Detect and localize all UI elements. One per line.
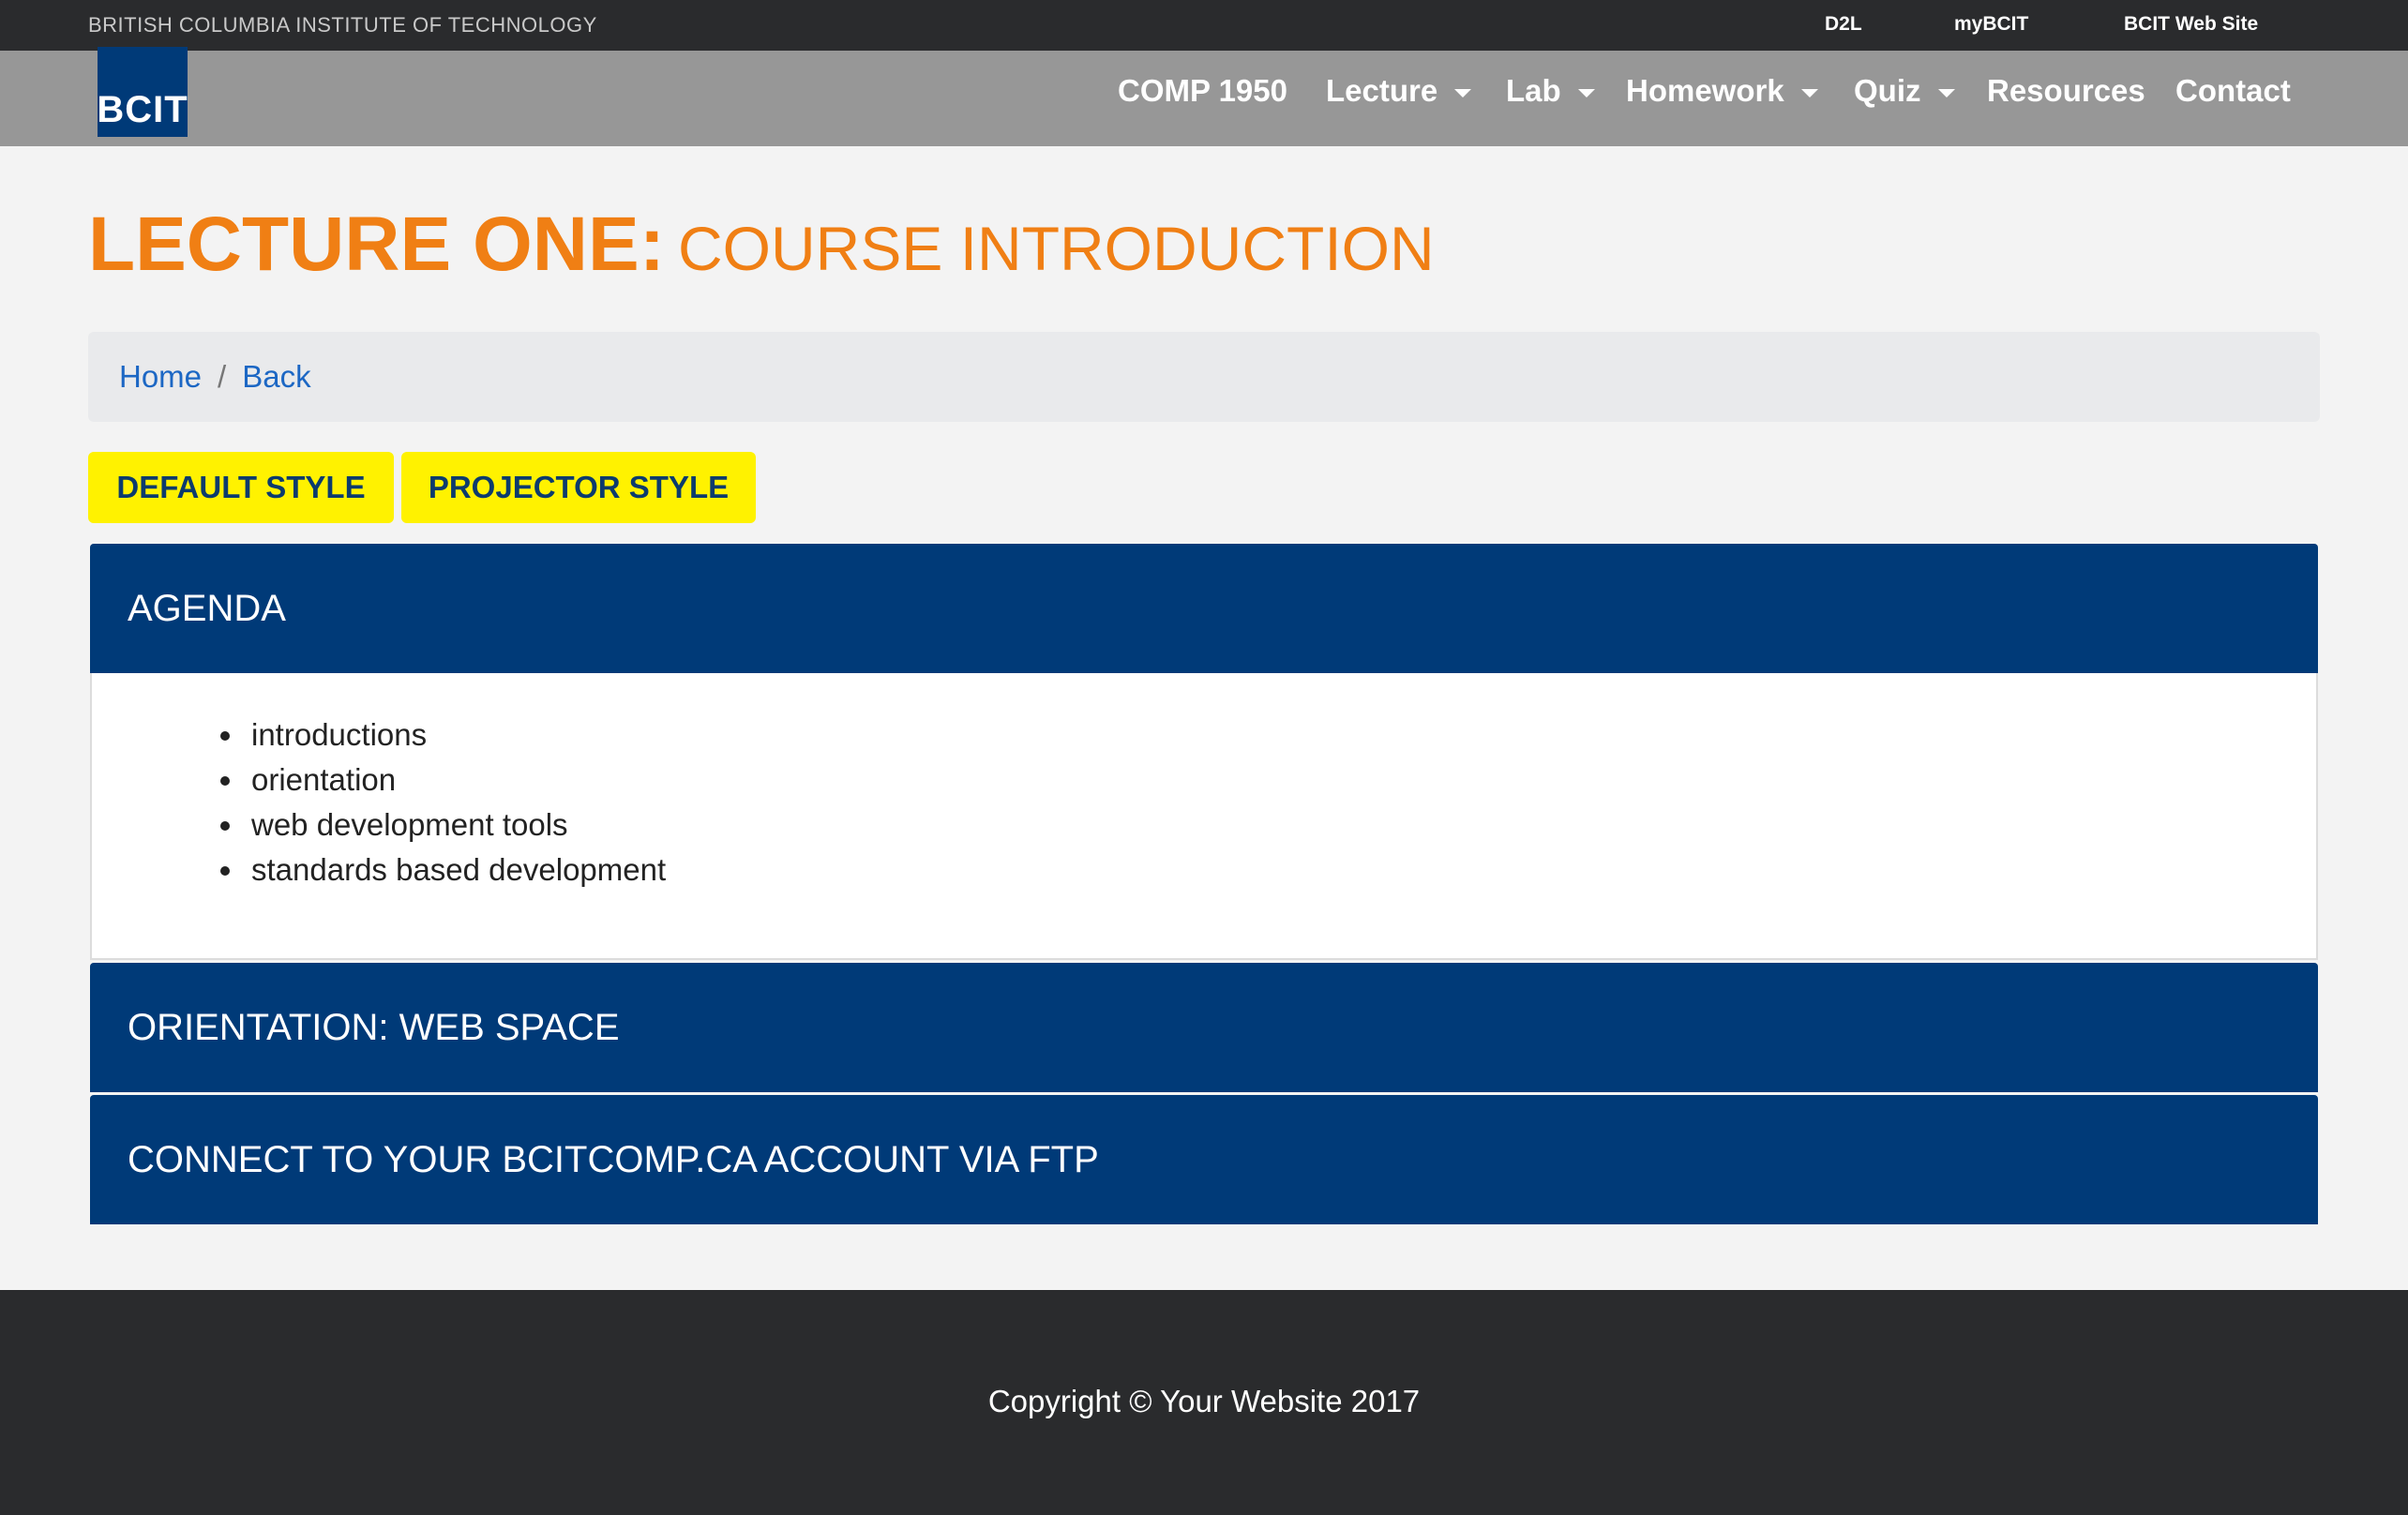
agenda-list: introductions orientation web developmen… bbox=[219, 712, 666, 892]
nav-item-label: Lab bbox=[1506, 73, 1561, 108]
institution-name: BRITISH COLUMBIA INSTITUTE OF TECHNOLOGY bbox=[88, 13, 597, 37]
caret-down-icon bbox=[1454, 88, 1472, 98]
nav-item-lab[interactable]: Lab bbox=[1506, 73, 1595, 109]
footer: Copyright © Your Website 2017 bbox=[0, 1290, 2408, 1515]
list-item: introductions bbox=[219, 712, 666, 758]
nav-item-label: Lecture bbox=[1326, 73, 1438, 108]
nav-item-label: Resources bbox=[1987, 73, 2145, 108]
caret-down-icon bbox=[1800, 88, 1818, 98]
page-title: LECTURE ONE: COURSE INTRODUCTION bbox=[88, 201, 1435, 289]
bcit-logo[interactable]: BCIT bbox=[97, 47, 188, 137]
caret-down-icon bbox=[1937, 88, 1955, 98]
projector-style-button[interactable]: PROJECTOR STYLE bbox=[401, 452, 756, 523]
panel-body-agenda: introductions orientation web developmen… bbox=[90, 673, 2318, 960]
panel-header-ftp[interactable]: CONNECT TO YOUR BCITCOMP.CA ACCOUNT VIA … bbox=[90, 1095, 2318, 1224]
nav-item-homework[interactable]: Homework bbox=[1626, 73, 1818, 109]
nav-item-lecture[interactable]: Lecture bbox=[1326, 73, 1472, 109]
breadcrumb-back-link[interactable]: Back bbox=[242, 359, 310, 395]
copyright-text: Copyright © Your Website 2017 bbox=[987, 1384, 1421, 1418]
list-item: standards based development bbox=[219, 848, 666, 892]
breadcrumb: Home / Back bbox=[88, 332, 2320, 422]
caret-down-icon bbox=[1577, 88, 1595, 98]
d2l-link[interactable]: D2L bbox=[1825, 13, 1862, 36]
nav-item-label: Homework bbox=[1626, 73, 1784, 108]
nav-item-resources[interactable]: Resources bbox=[1987, 73, 2145, 109]
default-style-button[interactable]: DEFAULT STYLE bbox=[88, 452, 394, 523]
breadcrumb-home-link[interactable]: Home bbox=[119, 359, 202, 395]
nav-item-contact[interactable]: Contact bbox=[2175, 73, 2291, 109]
list-item: orientation bbox=[219, 758, 666, 802]
nav-item-label: COMP 1950 bbox=[1118, 73, 1287, 108]
mybcit-link[interactable]: myBCIT bbox=[1954, 13, 2028, 36]
nav-item-comp1950[interactable]: COMP 1950 bbox=[1118, 73, 1287, 109]
breadcrumb-separator: / bbox=[218, 359, 227, 394]
top-bar: BRITISH COLUMBIA INSTITUTE OF TECHNOLOGY… bbox=[0, 0, 2408, 51]
nav-item-label: Quiz bbox=[1854, 73, 1921, 108]
page-title-light: COURSE INTRODUCTION bbox=[678, 214, 1435, 283]
page-title-bold: LECTURE ONE: bbox=[88, 202, 665, 287]
panel-header-agenda[interactable]: AGENDA bbox=[90, 544, 2318, 673]
nav-item-quiz[interactable]: Quiz bbox=[1854, 73, 1955, 109]
bcit-website-link[interactable]: BCIT Web Site bbox=[2124, 13, 2258, 36]
panel-header-orientation[interactable]: ORIENTATION: WEB SPACE bbox=[90, 963, 2318, 1092]
list-item: web development tools bbox=[219, 802, 666, 848]
nav-item-label: Contact bbox=[2175, 73, 2291, 108]
